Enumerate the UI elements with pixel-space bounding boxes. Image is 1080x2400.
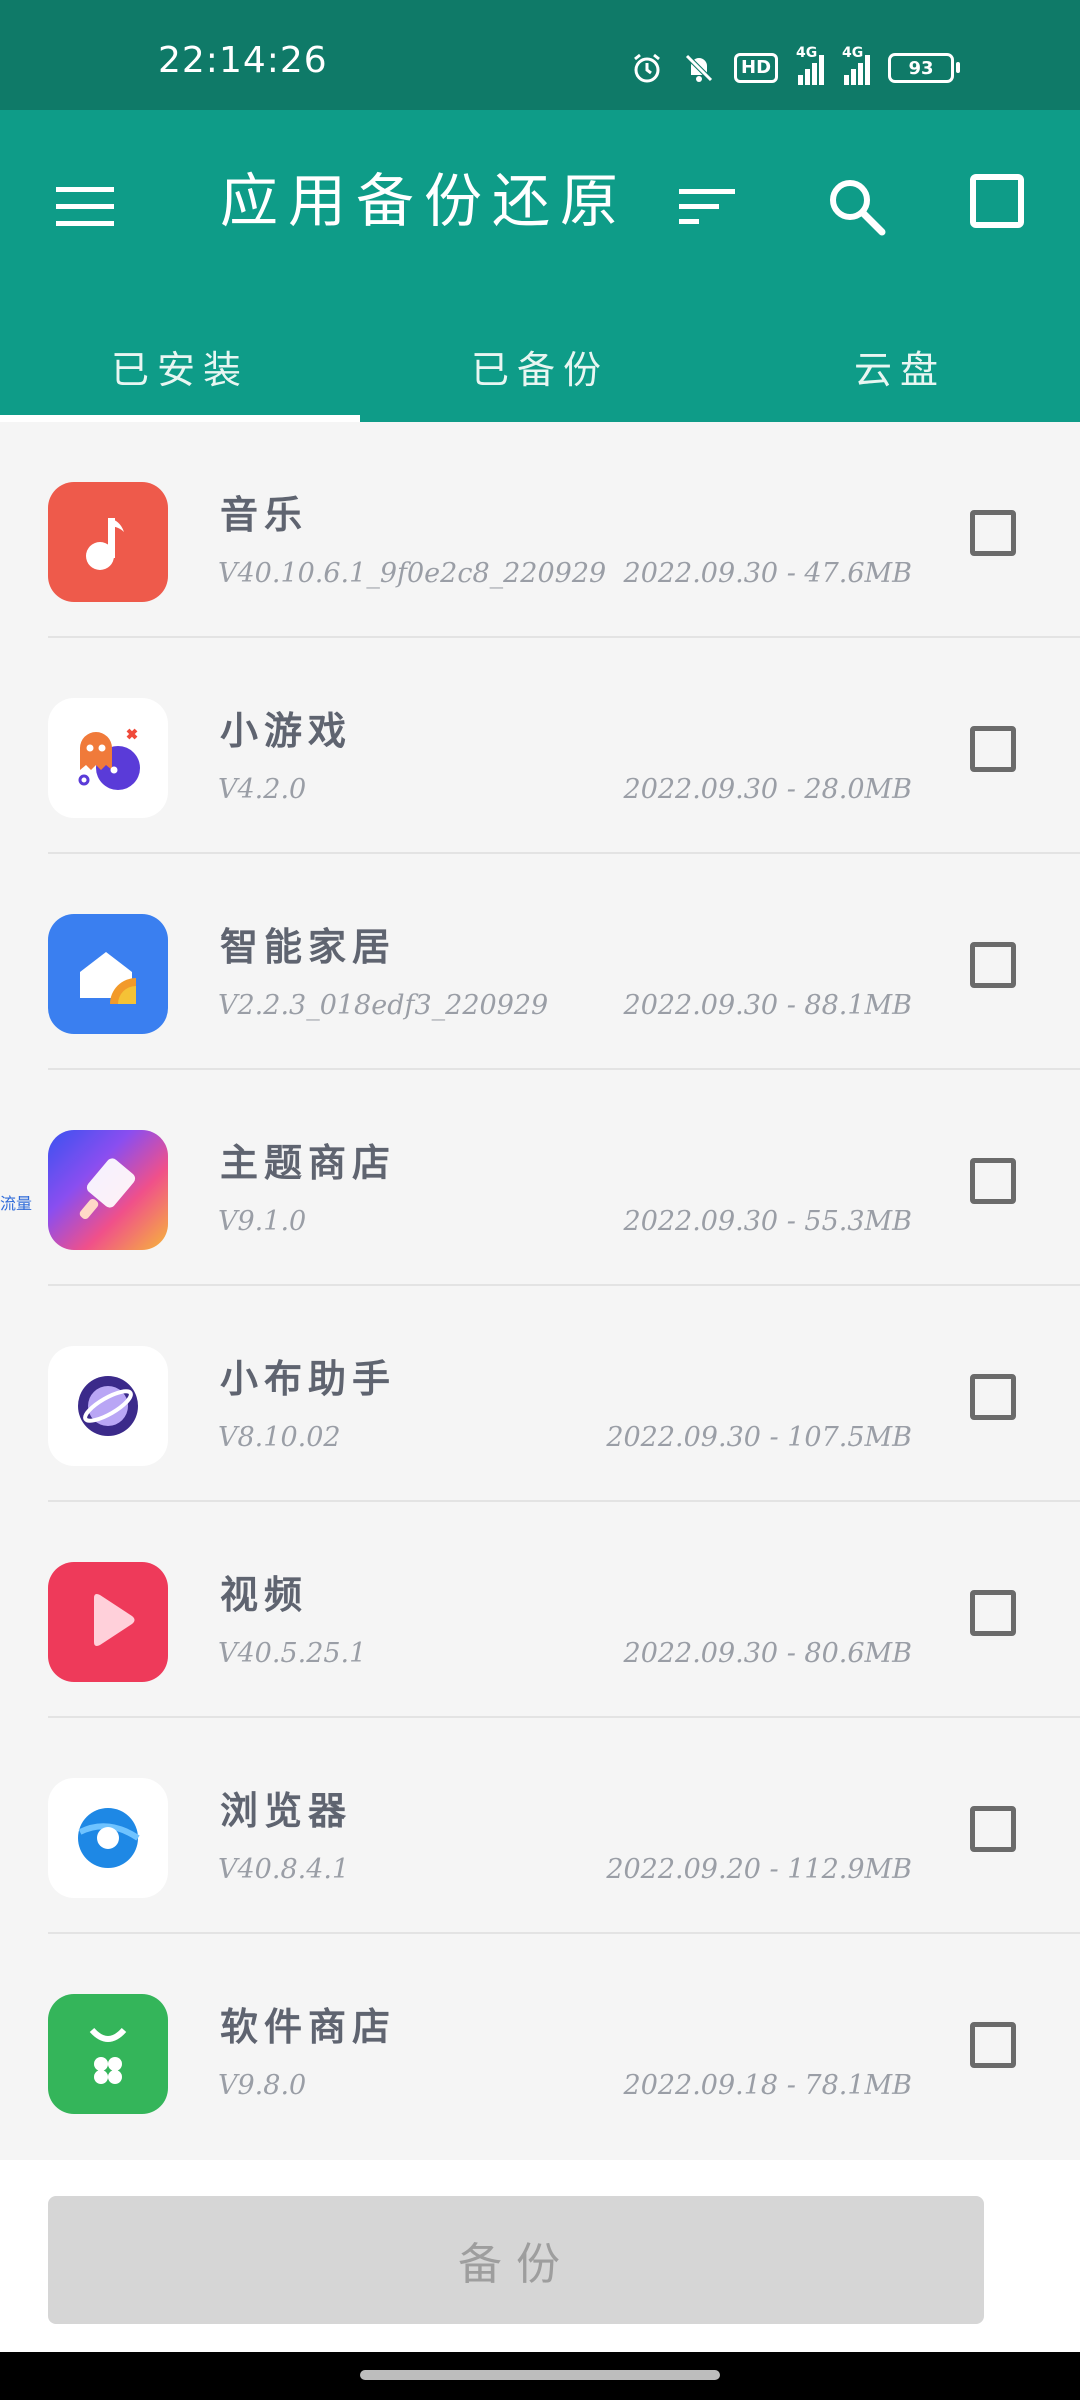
theme-brush-icon (48, 1130, 168, 1250)
row-checkbox[interactable] (970, 1374, 1016, 1420)
row-checkbox[interactable] (970, 2022, 1016, 2068)
music-note-icon (48, 482, 168, 602)
play-icon (48, 1562, 168, 1682)
list-item[interactable]: 浏览器 V40.8.4.1 2022.09.20 - 112.9MB (0, 1718, 1080, 1934)
tab-installed[interactable]: 已安装 (0, 310, 360, 422)
store-bag-icon (48, 1994, 168, 2114)
app-version: V40.10.6.1_9f0e2c8_220929 (218, 558, 607, 589)
hd-icon: HD (734, 53, 779, 83)
row-checkbox[interactable] (970, 1590, 1016, 1636)
alarm-icon (630, 51, 664, 85)
row-checkbox[interactable] (970, 1806, 1016, 1852)
list-item[interactable]: 软件商店 V9.8.0 2022.09.18 - 78.1MB (0, 1934, 1080, 2150)
select-all-checkbox[interactable] (962, 166, 1032, 236)
app-meta: 2022.09.18 - 78.1MB (623, 2070, 912, 2101)
app-version: V40.5.25.1 (218, 1638, 367, 1669)
search-icon[interactable] (818, 168, 894, 244)
list-item[interactable]: 小布助手 V8.10.02 2022.09.30 - 107.5MB (0, 1286, 1080, 1502)
tab-bar: 已安装 已备份 云盘 (0, 310, 1080, 422)
list-item[interactable]: 主题商店 V9.1.0 2022.09.30 - 55.3MB (0, 1070, 1080, 1286)
battery-icon: 93 (888, 53, 961, 83)
planet-icon (48, 1346, 168, 1466)
status-time: 22:14:26 (158, 40, 328, 81)
app-version: V4.2.0 (218, 774, 307, 805)
tab-cloud[interactable]: 云盘 (720, 310, 1080, 422)
row-checkbox[interactable] (970, 942, 1016, 988)
app-meta: 2022.09.20 - 112.9MB (606, 1854, 912, 1885)
app-name: 智能家居 (220, 924, 397, 969)
list-item[interactable]: 视频 V40.5.25.1 2022.09.30 - 80.6MB (0, 1502, 1080, 1718)
status-icons: HD 4G 4G 93 (630, 45, 961, 88)
system-nav-bar (0, 2352, 1080, 2400)
menu-icon[interactable] (50, 172, 120, 242)
mute-icon (682, 51, 716, 85)
app-name: 小布助手 (220, 1356, 397, 1401)
game-icon (48, 698, 168, 818)
status-bar: 22:14:26 HD 4G 4G 93 (0, 0, 1080, 110)
app-name: 浏览器 (220, 1788, 353, 1833)
app-meta: 2022.09.30 - 28.0MB (623, 774, 912, 805)
floating-side-tag[interactable]: 流量 (0, 1190, 32, 1214)
browser-icon (48, 1778, 168, 1898)
app-bar: 应用备份还原 已安装 已备份 云盘 (0, 110, 1080, 422)
app-meta: 2022.09.30 - 88.1MB (623, 990, 912, 1021)
bottom-area: 备份 (0, 2160, 1080, 2352)
home-gesture-handle[interactable] (360, 2370, 720, 2380)
app-version: V8.10.02 (218, 1422, 341, 1453)
signal-4g-icon: 4G (796, 45, 825, 85)
app-name: 主题商店 (220, 1140, 397, 1185)
backup-button[interactable]: 备份 (48, 2196, 984, 2324)
app-name: 软件商店 (220, 2004, 397, 2049)
list-item[interactable]: 小游戏 V4.2.0 2022.09.30 - 28.0MB (0, 638, 1080, 854)
page-title: 应用备份还原 (220, 167, 629, 235)
signal-4g-icon-2: 4G (842, 45, 871, 85)
app-version: V40.8.4.1 (218, 1854, 350, 1885)
row-checkbox[interactable] (970, 726, 1016, 772)
smart-home-icon (48, 914, 168, 1034)
app-version: V9.8.0 (218, 2070, 307, 2101)
app-meta: 2022.09.30 - 80.6MB (623, 1638, 912, 1669)
app-meta: 2022.09.30 - 47.6MB (623, 558, 912, 589)
list-item[interactable]: 智能家居 V2.2.3_018edf3_220929 2022.09.30 - … (0, 854, 1080, 1070)
tab-backed-up[interactable]: 已备份 (360, 310, 720, 422)
app-name: 视频 (220, 1572, 309, 1617)
app-version: V2.2.3_018edf3_220929 (218, 990, 549, 1021)
row-checkbox[interactable] (970, 1158, 1016, 1204)
app-meta: 2022.09.30 - 107.5MB (606, 1422, 912, 1453)
app-name: 小游戏 (220, 708, 353, 753)
app-version: V9.1.0 (218, 1206, 307, 1237)
app-meta: 2022.09.30 - 55.3MB (623, 1206, 912, 1237)
list-item[interactable]: 音乐 V40.10.6.1_9f0e2c8_220929 2022.09.30 … (0, 422, 1080, 638)
app-name: 音乐 (220, 492, 309, 537)
row-checkbox[interactable] (970, 510, 1016, 556)
sort-icon[interactable] (672, 172, 742, 242)
app-list: 音乐 V40.10.6.1_9f0e2c8_220929 2022.09.30 … (0, 422, 1080, 2150)
